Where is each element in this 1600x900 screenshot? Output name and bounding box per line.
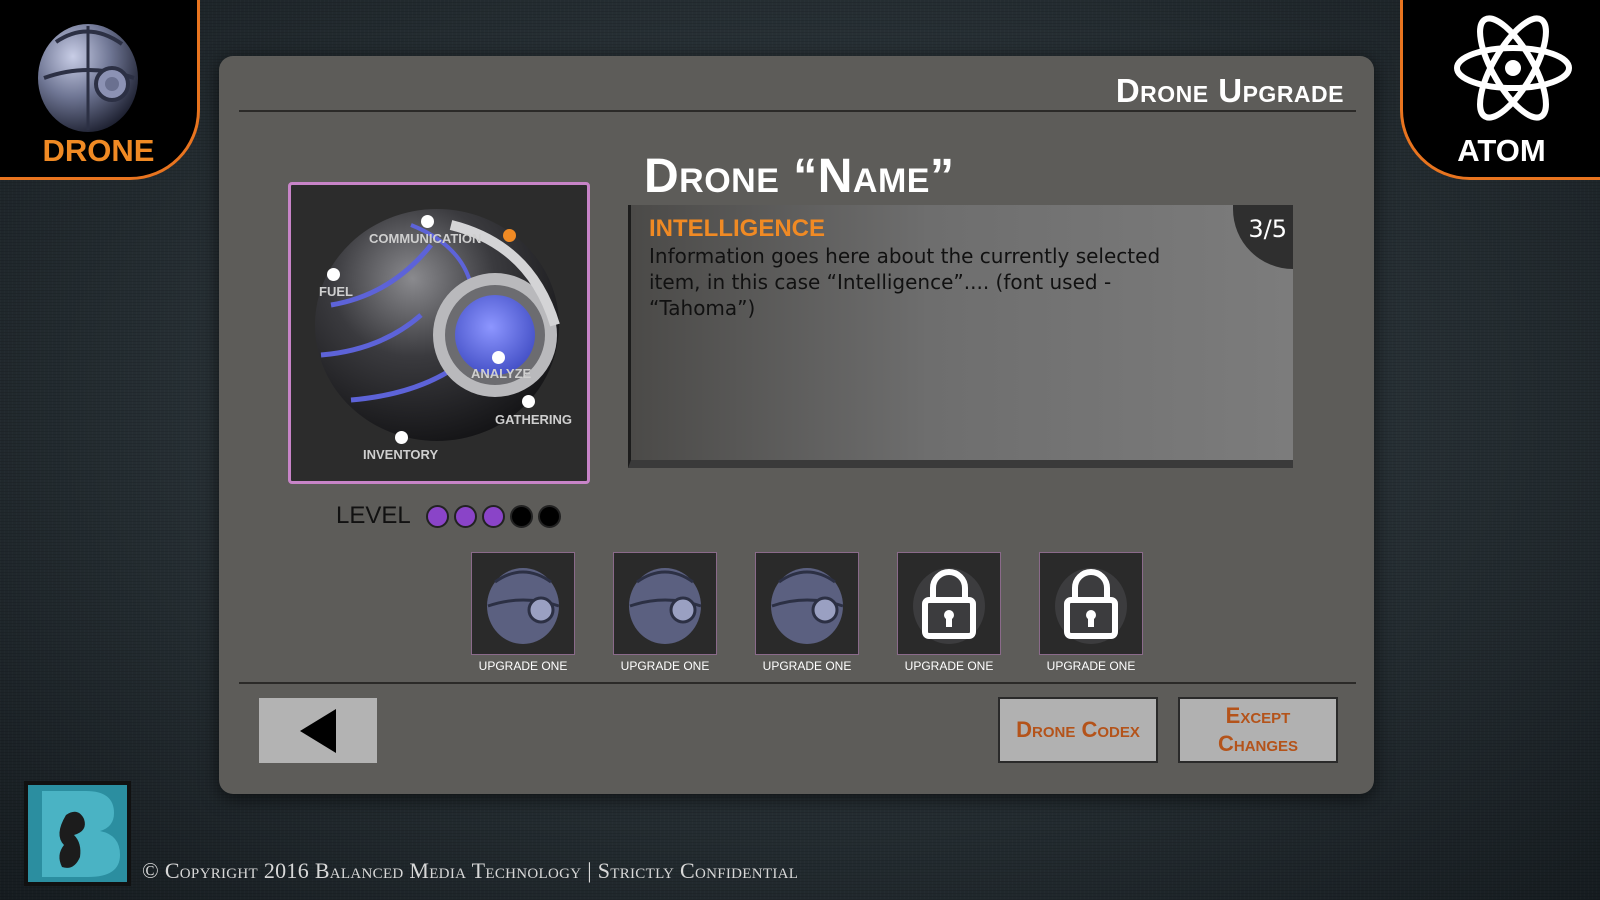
upgrade-thumbnail	[755, 552, 859, 655]
hotspot-label-communication: COMMUNICATION	[369, 231, 482, 246]
bmt-logo	[24, 781, 131, 886]
level-indicator: LEVEL	[336, 502, 561, 530]
drone-codex-button[interactable]: Drone Codex	[998, 697, 1158, 763]
hotspot-fuel[interactable]	[327, 268, 340, 281]
level-pip	[537, 504, 561, 528]
hotspot-label-gathering: GATHERING	[495, 412, 573, 427]
footer-divider	[239, 682, 1356, 684]
upgrade-thumbnail	[1039, 552, 1143, 655]
drone-sphere-icon	[771, 567, 844, 644]
drone-tab-label: DRONE	[42, 133, 155, 168]
hotspot-label-analyze: ANALYZE	[471, 366, 532, 381]
upgrade-thumbnail	[897, 552, 1001, 655]
upgrade-slots: UPGRADE ONE UPGRADE ONE UPGRADE ONE UPGR…	[452, 552, 1162, 673]
upgrade-slot[interactable]: UPGRADE ONE	[736, 552, 878, 673]
panel-title: Drone Upgrade	[1115, 72, 1344, 109]
upgrade-label: UPGRADE ONE	[762, 659, 852, 673]
level-pip	[453, 504, 477, 528]
hotspot-inventory[interactable]	[395, 431, 408, 444]
hotspot-intelligence-selected[interactable]	[503, 229, 516, 242]
upgrade-label: UPGRADE ONE	[1046, 659, 1136, 673]
upgrade-label: UPGRADE ONE	[620, 659, 710, 673]
item-description: Information goes here about the currentl…	[649, 244, 1161, 320]
upgrade-thumbnail	[471, 552, 575, 655]
level-pip	[509, 504, 533, 528]
upgrade-label: UPGRADE ONE	[478, 659, 568, 673]
item-info-box: INTELLIGENCE Information goes here about…	[628, 205, 1293, 468]
atom-icon	[1453, 12, 1573, 128]
drone-model-viewer[interactable]: COMMUNICATION FUEL ANALYZE GATHERING INV…	[288, 182, 590, 484]
hotspot-label-fuel: FUEL	[319, 284, 353, 299]
bmt-logo-mark	[28, 785, 127, 882]
back-arrow-icon	[300, 708, 336, 753]
drone-corner-tab[interactable]: DRONE	[0, 0, 200, 180]
drone-sphere-icon	[487, 567, 560, 644]
hotspot-label-inventory: INVENTORY	[363, 447, 439, 462]
item-counter: 3/5	[1233, 205, 1293, 269]
item-heading: INTELLIGENCE	[649, 215, 826, 242]
upgrade-label: UPGRADE ONE	[904, 659, 994, 673]
hotspot-analyze[interactable]	[492, 351, 505, 364]
upgrade-slot[interactable]: UPGRADE ONE	[452, 552, 594, 673]
lock-icon	[1055, 567, 1127, 644]
upgrade-slot[interactable]: UPGRADE ONE	[594, 552, 736, 673]
drone-name-title: Drone “Name”	[644, 150, 955, 203]
drone-sphere-icon	[36, 22, 142, 138]
level-pip	[481, 504, 505, 528]
hotspot-gathering[interactable]	[522, 395, 535, 408]
copyright-text: © Copyright 2016 Balanced Media Technolo…	[142, 858, 799, 883]
hotspot-communication[interactable]	[421, 215, 434, 228]
upgrade-slot-locked[interactable]: UPGRADE ONE	[878, 552, 1020, 673]
atom-tab-label: ATOM	[1457, 133, 1546, 168]
except-changes-button[interactable]: Except Changes	[1178, 697, 1338, 763]
drone-model-render	[315, 209, 560, 441]
upgrade-thumbnail	[613, 552, 717, 655]
drone-upgrade-panel: Drone Upgrade COMMUNICATION FUEL ANALYZE…	[219, 56, 1374, 794]
drone-sphere-icon	[629, 567, 702, 644]
level-pip	[425, 504, 449, 528]
lock-icon	[913, 567, 985, 644]
header-divider	[239, 110, 1356, 112]
atom-corner-tab[interactable]: ATOM	[1400, 0, 1600, 180]
back-button[interactable]	[259, 698, 377, 763]
level-label: LEVEL	[336, 502, 411, 529]
upgrade-slot-locked[interactable]: UPGRADE ONE	[1020, 552, 1162, 673]
